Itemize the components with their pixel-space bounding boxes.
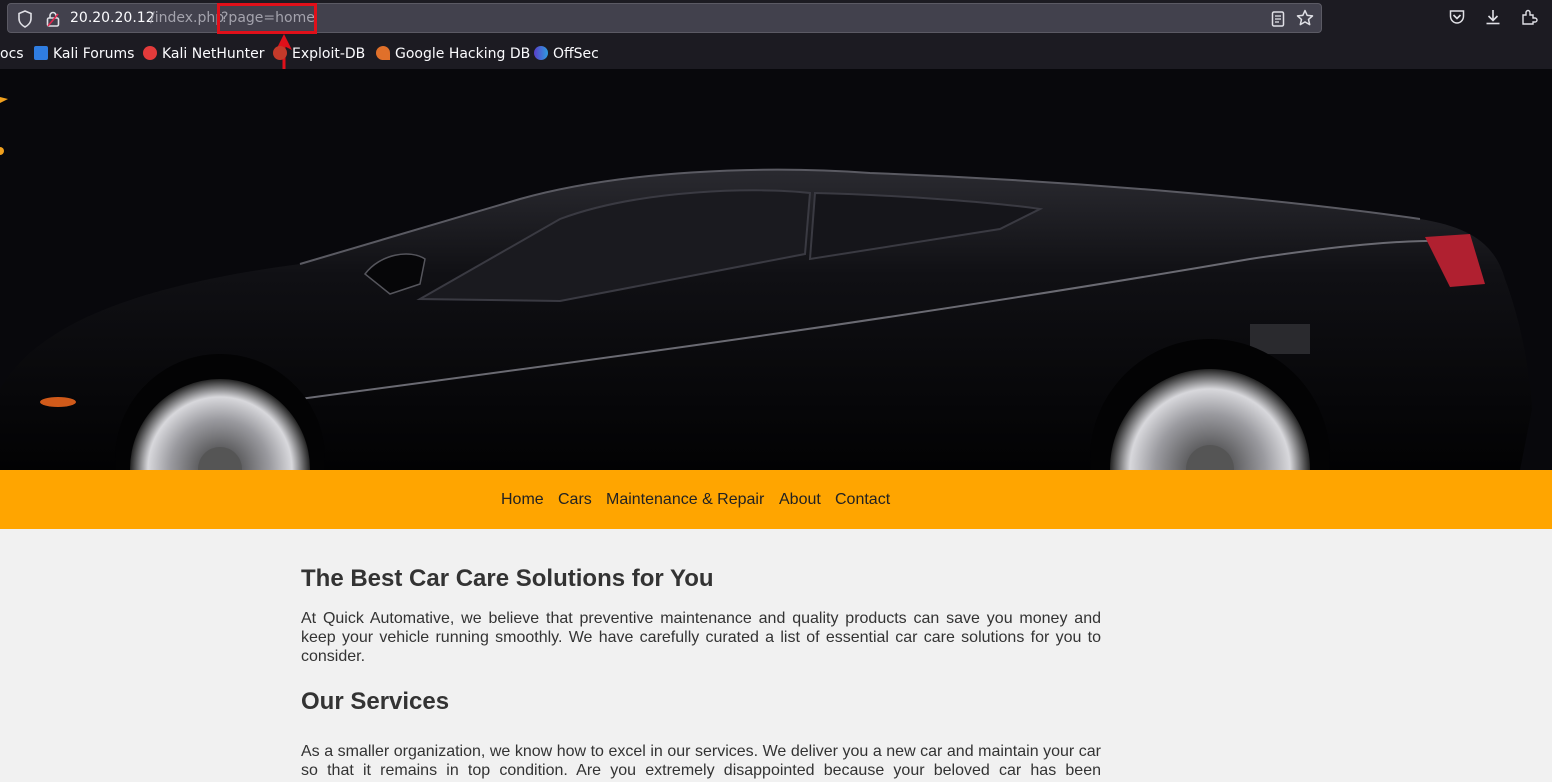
offsec-icon xyxy=(534,46,548,60)
bookmark-google-hacking-db[interactable]: Google Hacking DB xyxy=(376,46,530,62)
exploit-db-icon xyxy=(273,46,287,60)
url-host[interactable]: 20.20.20.12 xyxy=(70,10,155,26)
services-paragraph: As a smaller organization, we know how t… xyxy=(301,743,1101,782)
car-image xyxy=(0,69,1552,470)
intro-paragraph: At Quick Automative, we believe that pre… xyxy=(301,610,1101,665)
url-path[interactable]: /index.php xyxy=(150,10,224,26)
ghdb-icon xyxy=(376,46,390,60)
bookmark-kali-forums[interactable]: Kali Forums xyxy=(34,46,134,62)
hero-banner xyxy=(0,69,1552,470)
lock-icon[interactable] xyxy=(45,10,61,33)
nav-home[interactable]: Home xyxy=(501,491,544,509)
bookmark-offsec[interactable]: OffSec xyxy=(534,46,599,62)
page-heading: The Best Car Care Solutions for You xyxy=(301,565,714,592)
nav-contact[interactable]: Contact xyxy=(835,491,890,509)
nav-maintenance-repair[interactable]: Maintenance & Repair xyxy=(606,491,764,509)
bookmark-exploit-db[interactable]: Exploit-DB xyxy=(273,46,365,62)
nav-cars[interactable]: Cars xyxy=(558,491,592,509)
pocket-icon[interactable] xyxy=(1448,8,1466,31)
shield-icon[interactable] xyxy=(17,10,33,33)
address-bar[interactable]: 20.20.20.12 /index.php ?page=home xyxy=(7,3,1322,33)
browser-toolbar: 20.20.20.12 /index.php ?page=home ocs Ka… xyxy=(0,0,1552,152)
main-content: The Best Car Care Solutions for You At Q… xyxy=(301,529,1101,782)
kali-forums-icon xyxy=(34,46,48,60)
kali-nethunter-icon xyxy=(143,46,157,60)
site-nav: Home Cars Maintenance & Repair About Con… xyxy=(0,470,1552,529)
annotation-highlight-box xyxy=(217,3,317,34)
bookmark-kali-nethunter[interactable]: Kali NetHunter xyxy=(143,46,264,62)
reader-view-icon[interactable] xyxy=(1270,10,1286,33)
bookmark-docs[interactable]: ocs xyxy=(0,46,24,62)
download-icon[interactable] xyxy=(1484,8,1502,31)
nav-about[interactable]: About xyxy=(779,491,821,509)
extensions-icon[interactable] xyxy=(1520,8,1538,31)
services-heading: Our Services xyxy=(301,688,450,715)
star-icon[interactable] xyxy=(1296,9,1314,32)
bookmarks-toolbar: ocs Kali Forums Kali NetHunter Exploit-D… xyxy=(0,38,1552,68)
